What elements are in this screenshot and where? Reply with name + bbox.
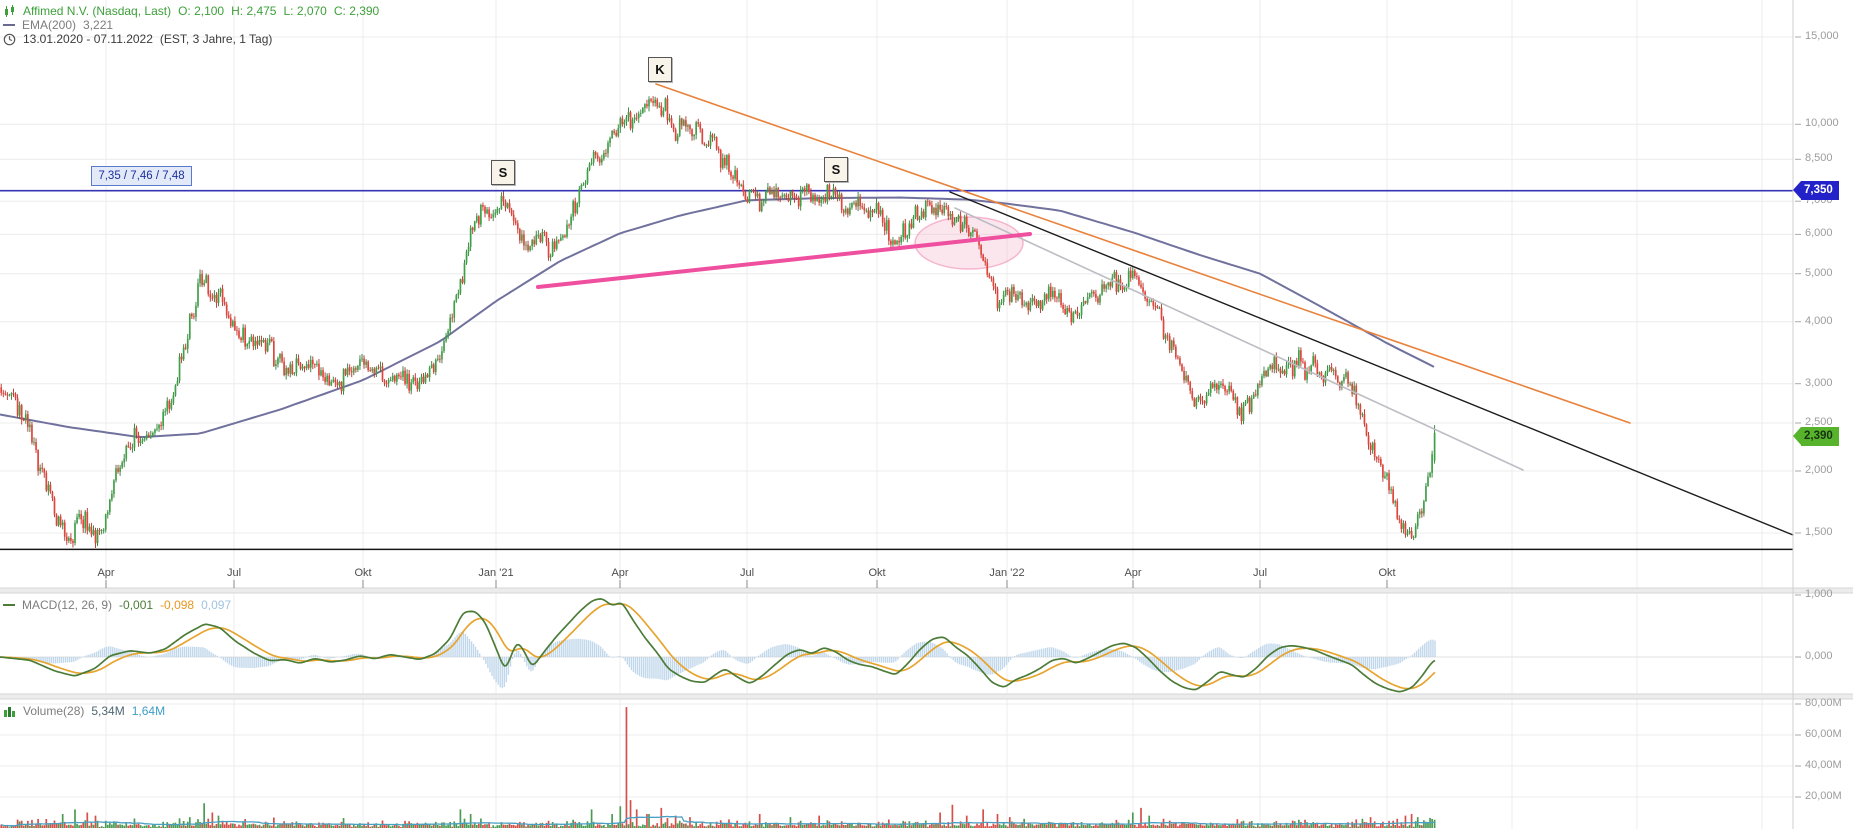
x-axis-label: Jan '21 [478,567,514,579]
ema-legend[interactable]: EMA(200) 3,221 [3,18,113,32]
ema-label: EMA(200) [22,18,77,32]
downtrend-orange[interactable] [655,83,1631,424]
price-levels-box[interactable]: 7,35 / 7,46 / 7,48 [91,166,192,186]
y-axis-label: 6,000 [1805,227,1833,239]
ohlc-open: O: 2,100 [178,4,225,18]
x-axis-label: Apr [611,567,629,579]
y-axis-label: 8,500 [1805,152,1833,164]
date-range: 13.01.2020 - 07.11.2022 [23,32,153,46]
ohlc-close: C: 2,390 [333,4,380,18]
macd-legend[interactable]: MACD(12, 26, 9) -0,001 -0,098 0,097 [3,598,231,612]
down-candles [0,98,1423,544]
candlestick-icon [3,4,16,18]
volume-label: Volume(28) [23,704,85,718]
line-icon [3,24,15,26]
macd-signal-value: -0,098 [160,598,195,612]
macd-value: -0,001 [119,598,154,612]
ohlc-low: L: 2,070 [283,4,327,18]
x-axis-label: Jul [1252,567,1268,579]
series-legend[interactable]: Affimed N.V. (Nasdaq, Last) O: 2,100 H: … [3,4,379,18]
y-axis-label: 7,000 [1805,194,1833,206]
x-axis-label: Okt [1378,567,1396,579]
x-axis-label: Jul [226,567,242,579]
annotation-S[interactable]: S [491,160,515,185]
stock-chart-app: Affimed N.V. (Nasdaq, Last) O: 2,100 H: … [0,0,1853,829]
y-axis-label: 2,500 [1805,416,1833,428]
range-settings: (EST, 3 Jahre, 1 Tag) [159,32,273,46]
macd-histogram [3,631,1436,689]
y-axis-label: 5,000 [1805,267,1833,279]
volume-value: 5,34M [91,704,125,718]
downtrend-black[interactable] [949,191,1794,536]
ema200-line [0,196,1435,438]
chart-canvas[interactable] [0,0,1853,829]
x-axis-label: Okt [354,567,372,579]
macd-label: MACD(12, 26, 9) [22,598,113,612]
y-axis-label: 3,000 [1805,377,1833,389]
clock-icon [3,33,16,46]
annotation-S[interactable]: S [824,157,848,182]
x-axis-label: Jan '22 [989,567,1025,579]
x-axis-label: Apr [1124,567,1142,579]
up-candles [8,98,1436,544]
y-axis-label: 4,000 [1805,315,1833,327]
ema-value: 3,221 [83,18,114,32]
y-axis-label: 15,000 [1805,30,1839,42]
volume-legend[interactable]: Volume(28) 5,34M 1,64M [3,704,165,718]
volume-down-bars [0,707,1423,829]
macd-histogram-value: 0,097 [201,598,232,612]
y-axis-label: 1,500 [1805,526,1833,538]
downtrend-gray[interactable] [954,207,1524,471]
range-legend[interactable]: 13.01.2020 - 07.11.2022 (EST, 3 Jahre, 1… [3,32,272,46]
y-axis-label: 2,000 [1805,464,1833,476]
ohlc-high: H: 2,475 [231,4,277,18]
macd-signal-line [0,603,1436,690]
annotation-K[interactable]: K [648,57,672,82]
macd-line-icon [3,604,15,606]
volume-bars-icon [3,705,16,717]
series-name: Affimed N.V. (Nasdaq, Last) [23,4,172,18]
x-axis-label: Okt [868,567,886,579]
x-axis-label: Apr [97,567,115,579]
x-axis-label: Jul [739,567,755,579]
y-axis-label: 10,000 [1805,117,1839,129]
volume-average-value: 1,64M [131,704,166,718]
